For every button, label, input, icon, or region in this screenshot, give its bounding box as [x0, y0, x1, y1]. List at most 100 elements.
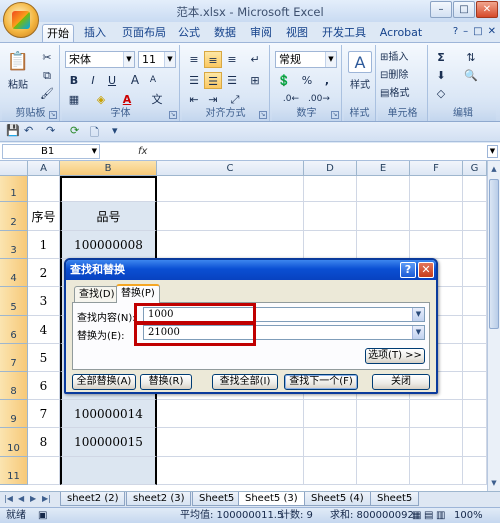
tab-formulas[interactable]: 公式 — [174, 24, 204, 42]
cell-a6[interactable]: 4 — [28, 316, 60, 344]
tab-acrobat[interactable]: Acrobat — [378, 24, 424, 42]
cell-a5[interactable]: 3 — [28, 287, 60, 316]
cell-e1[interactable] — [357, 176, 410, 202]
zoom-level[interactable]: 100% — [454, 508, 483, 523]
dialog-close-button[interactable]: ✕ — [418, 262, 434, 278]
merge-center-icon[interactable]: ⊞ — [246, 72, 264, 89]
sheet-tab[interactable]: sheet2 (2) — [60, 492, 126, 506]
delete-cells-button[interactable]: ⊟删除 — [380, 67, 426, 85]
page-break-view-icon[interactable]: ▥ — [436, 508, 445, 523]
border-icon[interactable]: ▦ — [65, 91, 83, 108]
cell-c10[interactable] — [157, 428, 304, 457]
cell-a2[interactable]: 序号 — [28, 202, 60, 231]
percent-button[interactable]: % — [298, 72, 316, 89]
cell-b3[interactable]: 100000008 — [60, 231, 157, 259]
row-header-1[interactable]: 1 — [0, 176, 28, 202]
row-header-3[interactable]: 3 — [0, 231, 28, 259]
find-next-button[interactable]: 查找下一个(F) — [284, 374, 358, 390]
currency-icon[interactable]: 💲 — [275, 72, 293, 89]
cell-g10[interactable] — [463, 428, 487, 457]
align-center-icon[interactable]: ☰ — [204, 72, 222, 89]
cell-a4[interactable]: 2 — [28, 259, 60, 287]
cell-c2[interactable] — [157, 202, 304, 231]
shrink-font-button[interactable]: A — [144, 72, 162, 89]
select-all-corner[interactable] — [0, 161, 28, 176]
cell-f2[interactable] — [410, 202, 463, 231]
row-header-2[interactable]: 2 — [0, 202, 28, 231]
ribbon-restore-icon[interactable]: □ — [473, 26, 482, 37]
cell-a3[interactable]: 1 — [28, 231, 60, 259]
cell-g3[interactable] — [463, 231, 487, 259]
row-header-10[interactable]: 10 — [0, 428, 28, 457]
next-sheet-icon[interactable]: ▶ — [30, 494, 36, 503]
tab-page-layout[interactable]: 页面布局 — [118, 24, 170, 42]
macro-record-icon[interactable]: ▣ — [38, 508, 47, 523]
maximize-button[interactable]: □ — [453, 1, 475, 18]
normal-view-icon[interactable]: ▦ — [412, 508, 421, 523]
styles-icon[interactable]: A — [348, 51, 372, 73]
align-left-icon[interactable]: ☰ — [185, 72, 203, 89]
increase-decimal-icon[interactable]: .0← — [282, 91, 300, 108]
grow-font-button[interactable]: A — [126, 72, 144, 89]
cell-f11[interactable] — [410, 457, 463, 485]
paste-button[interactable]: 粘贴 — [4, 77, 32, 95]
cell-c11[interactable] — [157, 457, 304, 485]
cell-f3[interactable] — [410, 231, 463, 259]
cell-g8[interactable] — [463, 372, 487, 400]
scroll-down-icon[interactable]: ▼ — [489, 477, 499, 489]
column-header-c[interactable]: C — [157, 161, 304, 176]
cell-g6[interactable] — [463, 316, 487, 344]
undo-icon[interactable]: ↶ — [24, 124, 33, 137]
chevron-down-icon[interactable]: ▼ — [412, 308, 424, 321]
cell-d1[interactable] — [304, 176, 357, 202]
cut-icon[interactable]: ✂ — [38, 49, 56, 66]
cell-f9[interactable] — [410, 400, 463, 428]
cell-e11[interactable] — [357, 457, 410, 485]
cell-a7[interactable]: 5 — [28, 344, 60, 372]
sheet-tab[interactable]: sheet2 (3) — [126, 492, 192, 506]
cell-d10[interactable] — [304, 428, 357, 457]
clipboard-launcher-icon[interactable]: ↘ — [49, 111, 57, 119]
cell-f10[interactable] — [410, 428, 463, 457]
scroll-up-icon[interactable]: ▲ — [489, 163, 499, 175]
customize-qat-icon[interactable]: ▾ — [112, 124, 118, 137]
cell-b11[interactable] — [60, 457, 157, 485]
insert-function-icon[interactable]: fx — [138, 144, 154, 159]
tab-replace[interactable]: 替换(P) — [116, 284, 160, 303]
cell-a10[interactable]: 8 — [28, 428, 60, 457]
cell-f1[interactable] — [410, 176, 463, 202]
ribbon-minimize-icon[interactable]: – — [463, 26, 468, 37]
sort-filter-icon[interactable]: ⇅ — [462, 49, 480, 66]
cell-e10[interactable] — [357, 428, 410, 457]
cell-g2[interactable] — [463, 202, 487, 231]
cell-b1[interactable] — [60, 176, 157, 202]
alignment-launcher-icon[interactable]: ↘ — [259, 111, 267, 119]
name-box[interactable]: B1 ▼ — [2, 144, 100, 159]
column-header-a[interactable]: A — [28, 161, 60, 176]
scroll-thumb[interactable] — [489, 179, 499, 329]
cell-b10[interactable]: 100000015 — [60, 428, 157, 457]
row-header-4[interactable]: 4 — [0, 259, 28, 287]
row-header-5[interactable]: 5 — [0, 287, 28, 316]
tab-developer[interactable]: 开发工具 — [318, 24, 370, 42]
cell-c1[interactable] — [157, 176, 304, 202]
styles-button[interactable]: 样式 — [344, 77, 376, 95]
fill-icon[interactable]: ⬇ — [432, 67, 450, 84]
wrap-text-icon[interactable]: ↵ — [246, 51, 264, 68]
expand-formula-icon[interactable]: ▼ — [487, 145, 498, 158]
decrease-indent-icon[interactable]: ⇤ — [185, 91, 203, 108]
tab-data[interactable]: 数据 — [210, 24, 240, 42]
cell-a11[interactable] — [28, 457, 60, 485]
column-header-e[interactable]: E — [357, 161, 410, 176]
sheet-tab[interactable]: Sheet5 (4) — [304, 492, 371, 506]
fill-color-icon[interactable]: ◈ — [92, 91, 110, 108]
print-preview-icon[interactable]: 🗋 — [90, 124, 99, 143]
bold-button[interactable]: B — [65, 72, 83, 89]
close-dialog-button[interactable]: 关闭 — [372, 374, 430, 390]
comma-button[interactable]: , — [318, 72, 336, 89]
format-painter-icon[interactable]: 🖌 — [38, 85, 56, 102]
formula-input[interactable] — [156, 144, 486, 159]
align-middle-icon[interactable]: ≡ — [204, 51, 222, 68]
format-cells-button[interactable]: ▤格式 — [380, 85, 426, 103]
clear-icon[interactable]: ◇ — [432, 85, 450, 102]
